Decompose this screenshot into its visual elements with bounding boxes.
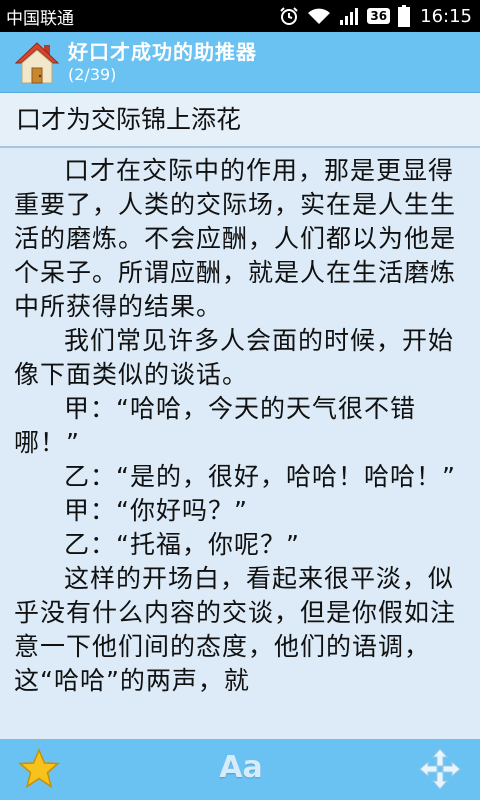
paragraph: 乙：“托福，你呢？” — [64, 530, 300, 559]
battery-icon — [398, 5, 411, 27]
font-size-button[interactable]: Aa — [218, 745, 264, 791]
status-icons: 36 16:15 — [279, 5, 472, 27]
chapter-title: 口才为交际锦上添花 — [0, 93, 480, 148]
alarm-icon — [279, 6, 299, 26]
paragraph: 甲：“哈哈，今天的天气很不错哪！” — [14, 394, 416, 457]
app-header: 好口才成功的助推器 (2/39) — [0, 32, 480, 93]
carrier-label: 中国联通 — [6, 8, 74, 29]
paragraph: 口才在交际中的作用，那是更显得重要了，人类的交际场，实在是人生生活的磨炼。不会应… — [14, 156, 457, 321]
move-arrows-icon[interactable] — [418, 747, 462, 791]
home-icon[interactable] — [14, 41, 60, 85]
wifi-icon — [307, 7, 331, 25]
signal-icon — [339, 7, 359, 25]
status-bar: 中国联通 36 16:15 — [0, 0, 480, 32]
network-type-badge: 36 — [367, 8, 391, 24]
bottom-toolbar: Aa — [0, 739, 480, 800]
paragraph: 这样的开场白，看起来很平淡，似乎没有什么内容的交谈，但是你假如注意一下他们间的态… — [14, 564, 457, 695]
clock: 16:15 — [420, 5, 472, 27]
favorite-star-icon[interactable] — [18, 748, 60, 790]
page-indicator: (2/39) — [68, 65, 117, 84]
article-body: 口才在交际中的作用，那是更显得重要了，人类的交际场，实在是人生生活的磨炼。不会应… — [0, 148, 480, 698]
reader-content[interactable]: 口才为交际锦上添花 口才在交际中的作用，那是更显得重要了，人类的交际场，实在是人… — [0, 93, 480, 739]
paragraph: 我们常见许多人会面的时候，开始像下面类似的谈话。 — [14, 326, 455, 389]
paragraph: 乙：“是的，很好，哈哈！哈哈！” — [64, 462, 456, 491]
app-title: 好口才成功的助推器 — [68, 40, 257, 64]
paragraph: 甲：“你好吗？” — [64, 496, 248, 525]
